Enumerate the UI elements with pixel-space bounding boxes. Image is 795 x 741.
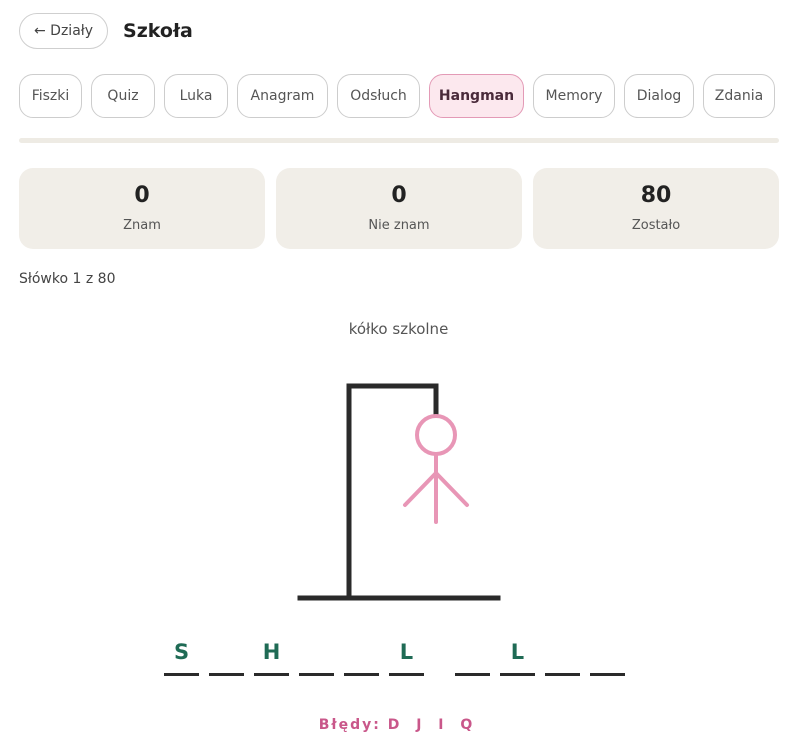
letter-slot: H xyxy=(254,636,289,676)
figure-head xyxy=(415,414,457,456)
errors-letters: D J I Q xyxy=(387,717,479,733)
errors-label: Błędy: xyxy=(318,717,381,733)
letter-slot: L xyxy=(389,636,424,676)
stat-known-label: Znam xyxy=(123,217,161,233)
letter-slot xyxy=(344,636,379,676)
stats-row: 0 Znam 0 Nie znam 80 Zostało xyxy=(19,168,779,249)
word-gap xyxy=(434,636,455,676)
word-hint: kółko szkolne xyxy=(348,320,449,338)
word-slots: S H L L xyxy=(164,636,635,676)
header: ← Działy Szkoła xyxy=(19,13,193,49)
stat-remaining: 80 Zostało xyxy=(533,168,779,249)
tab-memory[interactable]: Memory xyxy=(533,74,615,118)
stat-known: 0 Znam xyxy=(19,168,265,249)
tab-luka[interactable]: Luka xyxy=(164,74,228,118)
stat-remaining-value: 80 xyxy=(640,183,672,209)
stat-remaining-label: Zostało xyxy=(631,217,681,233)
tab-dialog[interactable]: Dialog xyxy=(624,74,694,118)
letter-slot xyxy=(299,636,334,676)
tab-odsluch[interactable]: Odsłuch xyxy=(337,74,420,118)
letter-slot xyxy=(545,636,580,676)
tab-anagram[interactable]: Anagram xyxy=(237,74,328,118)
page-title: Szkoła xyxy=(123,20,193,42)
figure-right-arm xyxy=(434,471,469,507)
progress-bar xyxy=(19,138,779,143)
mode-tabs: Fiszki Quiz Luka Anagram Odsłuch Hangman… xyxy=(19,74,779,118)
letter-slot xyxy=(209,636,244,676)
stat-known-value: 0 xyxy=(134,183,150,209)
stat-unknown: 0 Nie znam xyxy=(276,168,522,249)
stat-unknown-value: 0 xyxy=(391,183,407,209)
tab-fiszki[interactable]: Fiszki xyxy=(19,74,82,118)
back-button[interactable]: ← Działy xyxy=(19,13,109,49)
letter-slot xyxy=(590,636,625,676)
letter-slot xyxy=(455,636,490,676)
letter-slot: S xyxy=(164,636,199,676)
word-counter: Słówko 1 z 80 xyxy=(19,271,116,287)
errors-line: Błędy: D J I Q xyxy=(0,717,795,733)
stat-unknown-label: Nie znam xyxy=(368,217,430,233)
letter-slot: L xyxy=(500,636,535,676)
tab-zdania[interactable]: Zdania xyxy=(703,74,775,118)
figure-left-arm xyxy=(403,471,438,507)
tab-hangman[interactable]: Hangman xyxy=(429,74,524,118)
tab-quiz[interactable]: Quiz xyxy=(91,74,155,118)
